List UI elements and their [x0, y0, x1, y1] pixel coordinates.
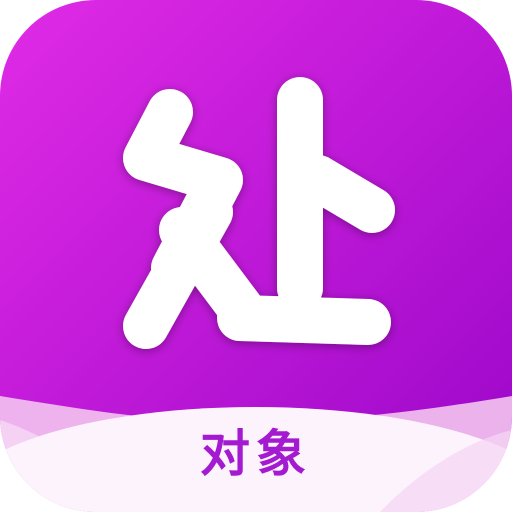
- app-name-label: 对象: [200, 425, 312, 483]
- app-icon[interactable]: 对象: [0, 0, 512, 512]
